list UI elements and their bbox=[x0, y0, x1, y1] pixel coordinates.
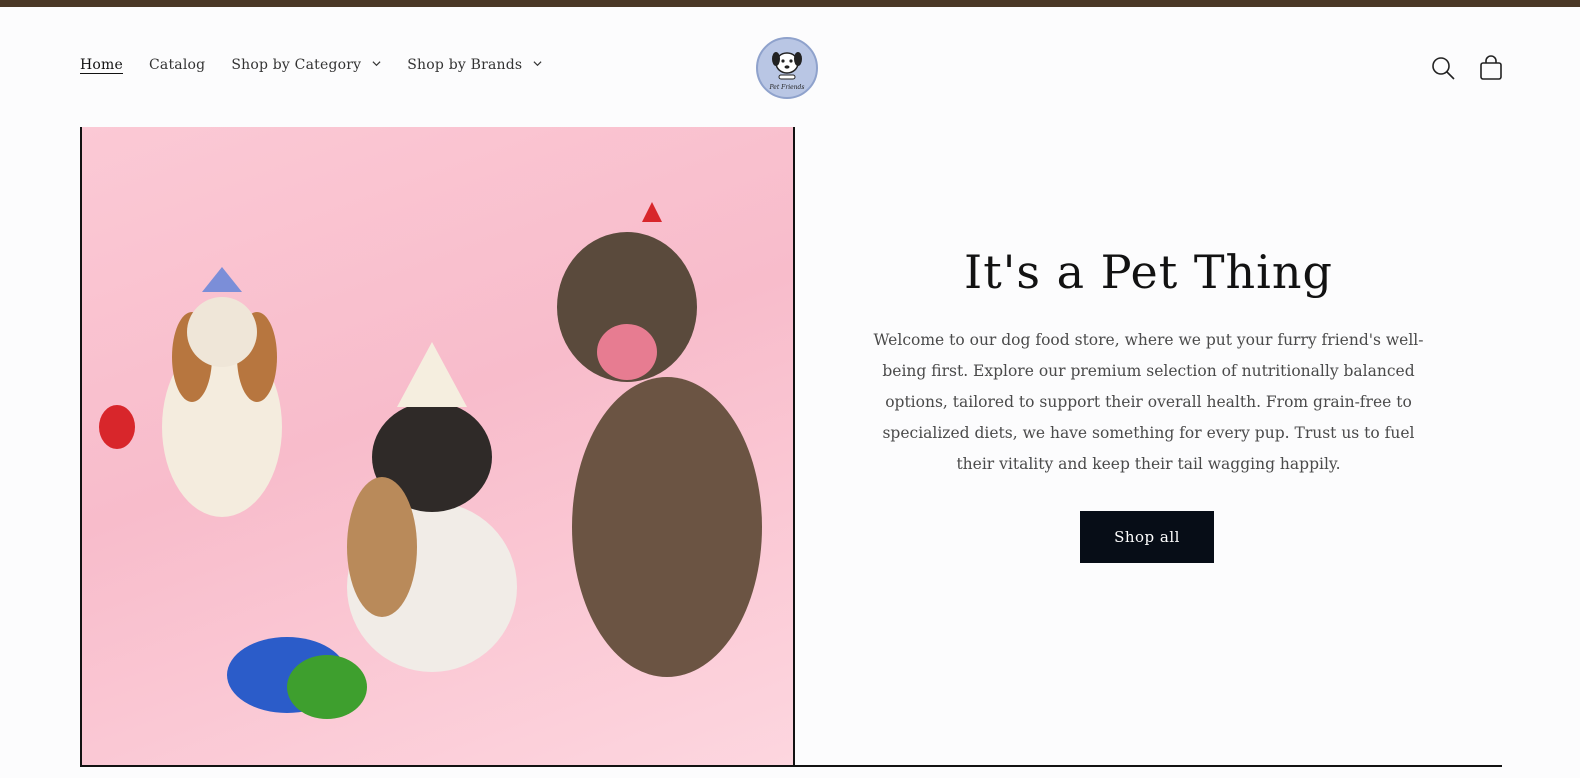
site-header: Home Catalog Shop by Category Shop by Br… bbox=[0, 7, 1580, 127]
svg-text:Pet Friends: Pet Friends bbox=[769, 84, 805, 91]
shop-all-button[interactable]: Shop all bbox=[1080, 511, 1214, 563]
hero-image bbox=[82, 127, 795, 765]
nav-shop-by-category-label: Shop by Category bbox=[231, 57, 362, 73]
hero-content: It's a Pet Thing Welcome to our dog food… bbox=[795, 127, 1502, 765]
nav-catalog[interactable]: Catalog bbox=[149, 57, 205, 73]
nav-shop-by-brands-label: Shop by Brands bbox=[407, 57, 523, 73]
store-logo[interactable]: Pet Friends bbox=[756, 37, 818, 99]
nav-shop-by-category[interactable]: Shop by Category bbox=[231, 57, 381, 73]
nav-catalog-label: Catalog bbox=[149, 57, 206, 73]
nav-home-label: Home bbox=[80, 57, 123, 73]
dog-logo-icon: Pet Friends bbox=[769, 52, 805, 91]
cart-icon[interactable] bbox=[1478, 55, 1504, 81]
main-nav: Home Catalog Shop by Category Shop by Br… bbox=[80, 57, 568, 73]
search-icon[interactable] bbox=[1430, 55, 1456, 81]
nav-shop-by-brands[interactable]: Shop by Brands bbox=[407, 57, 542, 73]
announcement-bar bbox=[0, 0, 1580, 7]
hero-banner: It's a Pet Thing Welcome to our dog food… bbox=[80, 127, 1502, 767]
chevron-down-icon bbox=[533, 61, 542, 67]
nav-home[interactable]: Home bbox=[80, 57, 123, 73]
hero-heading: It's a Pet Thing bbox=[964, 245, 1333, 299]
hero-description: Welcome to our dog food store, where we … bbox=[873, 331, 1424, 473]
chevron-down-icon bbox=[372, 61, 381, 67]
